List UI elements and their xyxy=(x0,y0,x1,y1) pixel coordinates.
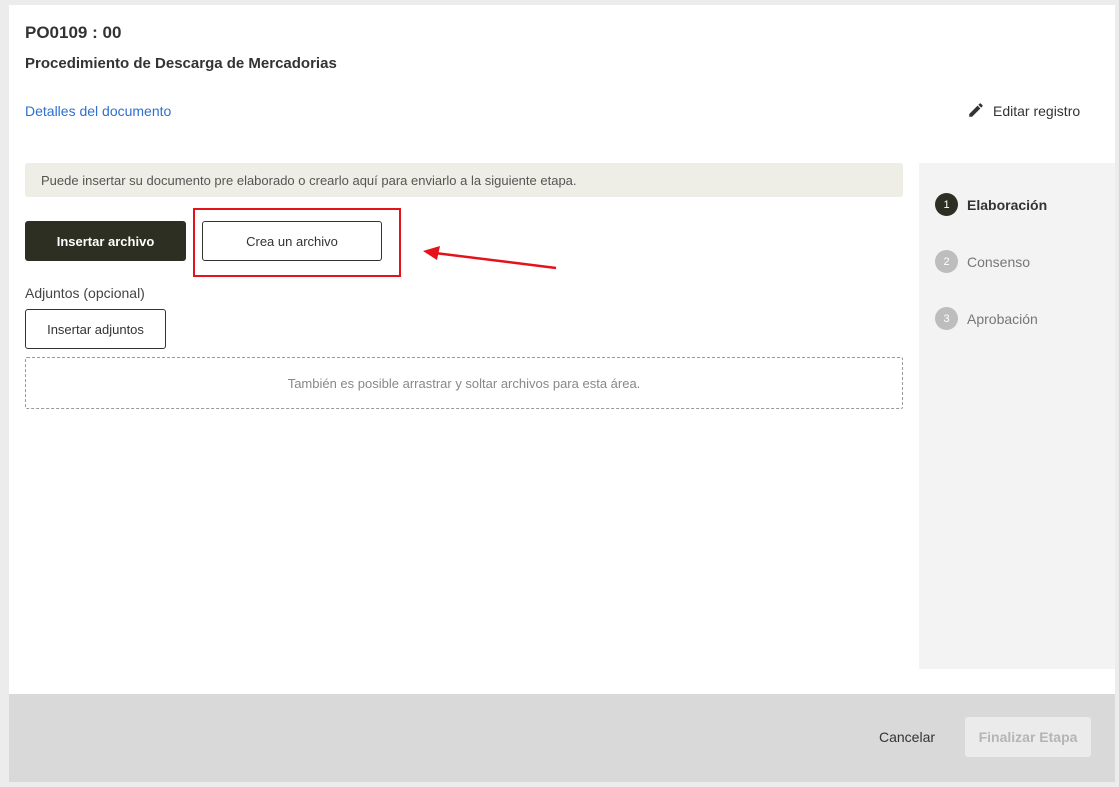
step-aprobacion: 3 Aprobación xyxy=(935,307,1038,330)
step-consenso: 2 Consenso xyxy=(935,250,1030,273)
edit-record-button[interactable]: Editar registro xyxy=(967,101,1080,121)
step-number: 3 xyxy=(935,307,958,330)
document-card: PO0109 : 00 Procedimiento de Descarga de… xyxy=(9,5,1115,782)
info-message: Puede insertar su documento pre elaborad… xyxy=(25,163,903,197)
step-elaboracion: 1 Elaboración xyxy=(935,193,1047,216)
annotation-arrow xyxy=(423,246,557,270)
edit-record-label: Editar registro xyxy=(993,103,1081,119)
insert-file-button[interactable]: Insertar archivo xyxy=(25,221,186,261)
cancel-button[interactable]: Cancelar xyxy=(867,716,947,758)
step-label: Elaboración xyxy=(967,196,1048,213)
insert-attachments-button[interactable]: Insertar adjuntos xyxy=(25,309,166,349)
annotation-highlight-box xyxy=(193,208,401,277)
step-label: Consenso xyxy=(967,253,1031,270)
file-dropzone[interactable]: También es posible arrastrar y soltar ar… xyxy=(25,357,903,409)
info-message-text: Puede insertar su documento pre elaborad… xyxy=(41,172,577,188)
attachments-label: Adjuntos (opcional) xyxy=(25,285,145,301)
pencil-icon xyxy=(967,101,985,122)
workflow-stepper: 1 Elaboración 2 Consenso 3 Aprobación xyxy=(919,163,1115,669)
dropzone-text: También es posible arrastrar y soltar ar… xyxy=(287,375,641,391)
document-code: PO0109 : 00 xyxy=(25,23,122,42)
finalize-stage-button[interactable]: Finalizar Etapa xyxy=(965,717,1091,757)
document-details-link[interactable]: Detalles del documento xyxy=(25,103,171,119)
action-footer: Cancelar Finalizar Etapa xyxy=(9,694,1115,782)
document-title: Procedimiento de Descarga de Mercadorias xyxy=(25,55,337,72)
step-label: Aprobación xyxy=(967,310,1038,327)
step-number: 2 xyxy=(935,250,958,273)
step-number: 1 xyxy=(935,193,958,216)
